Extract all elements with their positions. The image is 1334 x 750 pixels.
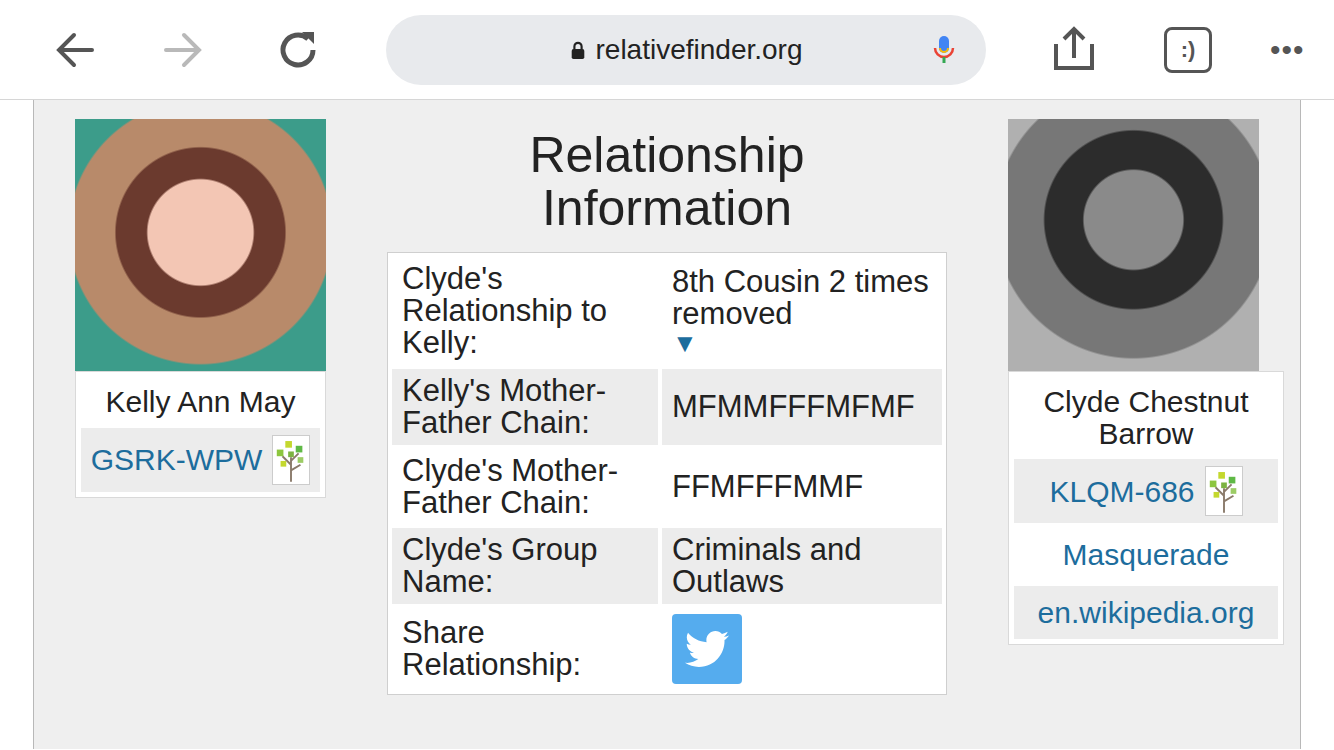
person-photo xyxy=(75,119,326,371)
lock-icon xyxy=(569,39,587,61)
relationship-row: Share Relationship: xyxy=(392,608,942,690)
person-id-row: GSRK-WPW xyxy=(81,428,320,492)
row-label: Kelly's Mother-Father Chain: xyxy=(402,373,606,440)
relative-link[interactable]: Masquerade xyxy=(1063,532,1230,577)
relationship-table: Clyde's Relationship to Kelly: 8th Cousin… xyxy=(387,252,947,695)
twitter-icon xyxy=(685,627,729,671)
relative-card: Clyde Chestnut Barrow KLQM-686 Masquerade e… xyxy=(1008,119,1284,645)
address-bar[interactable]: relativefinder.org xyxy=(386,15,986,85)
person-name: Kelly Ann May xyxy=(76,372,325,428)
relative-info: Clyde Chestnut Barrow KLQM-686 Masquerade e… xyxy=(1008,371,1284,645)
person-info: Kelly Ann May GSRK-WPW xyxy=(75,371,326,498)
row-label: Clyde's Mother-Father Chain: xyxy=(402,453,618,520)
familysearch-tree-icon[interactable] xyxy=(272,435,310,485)
reload-icon[interactable] xyxy=(272,24,324,76)
row-label: Clyde's Relationship to Kelly: xyxy=(402,261,607,360)
relative-name: Clyde Chestnut Barrow xyxy=(1009,372,1283,459)
relative-link[interactable]: en.wikipedia.org xyxy=(1038,590,1255,635)
relative-photo xyxy=(1008,119,1259,371)
row-label: Share Relationship: xyxy=(402,615,581,682)
expand-toggle[interactable]: ▼ xyxy=(672,330,932,356)
page-content: Kelly Ann May GSRK-WPW Relationship Inform… xyxy=(33,100,1301,749)
relationship-panel: Relationship Information Clyde's Relation… xyxy=(387,119,947,695)
back-icon[interactable] xyxy=(48,24,100,76)
row-value: FFMFFFMMF xyxy=(672,469,863,504)
browser-toolbar: relativefinder.org:) ••• xyxy=(0,0,1334,100)
page-title: Relationship Information xyxy=(502,129,832,234)
relative-id-row: KLQM-686 xyxy=(1014,459,1278,523)
person-card: Kelly Ann May GSRK-WPW xyxy=(75,119,326,498)
relationship-row: Clyde's Group Name: Criminals and Outlaws xyxy=(392,528,942,604)
address-text[interactable]: relativefinder.org xyxy=(595,29,802,71)
twitter-share-button[interactable] xyxy=(672,614,742,684)
row-value: MFMMFFFMFMF xyxy=(672,389,915,424)
row-value: Criminals and Outlaws xyxy=(672,532,862,599)
relationship-row: Clyde's Mother-Father Chain: FFMFFFMMF xyxy=(392,449,942,525)
row-label: Clyde's Group Name: xyxy=(402,532,597,599)
relative-link-row: en.wikipedia.org xyxy=(1014,586,1278,639)
relative-link-row: Masquerade xyxy=(1014,528,1278,581)
relationship-row: Clyde's Relationship to Kelly: 8th Cousin… xyxy=(392,257,942,365)
relative-id-link[interactable]: KLQM-686 xyxy=(1049,469,1194,514)
share-icon[interactable] xyxy=(1048,24,1100,76)
person-id-link[interactable]: GSRK-WPW xyxy=(91,437,263,482)
microphone-icon[interactable] xyxy=(932,34,956,66)
relationship-row: Kelly's Mother-Father Chain: MFMMFFFMFMF xyxy=(392,369,942,445)
forward-icon[interactable] xyxy=(158,24,210,76)
row-value: 8th Cousin 2 times removed xyxy=(672,264,929,331)
tabs-button[interactable]: :) xyxy=(1164,27,1212,73)
familysearch-tree-icon[interactable] xyxy=(1205,466,1243,516)
menu-button[interactable]: ••• xyxy=(1270,27,1305,72)
